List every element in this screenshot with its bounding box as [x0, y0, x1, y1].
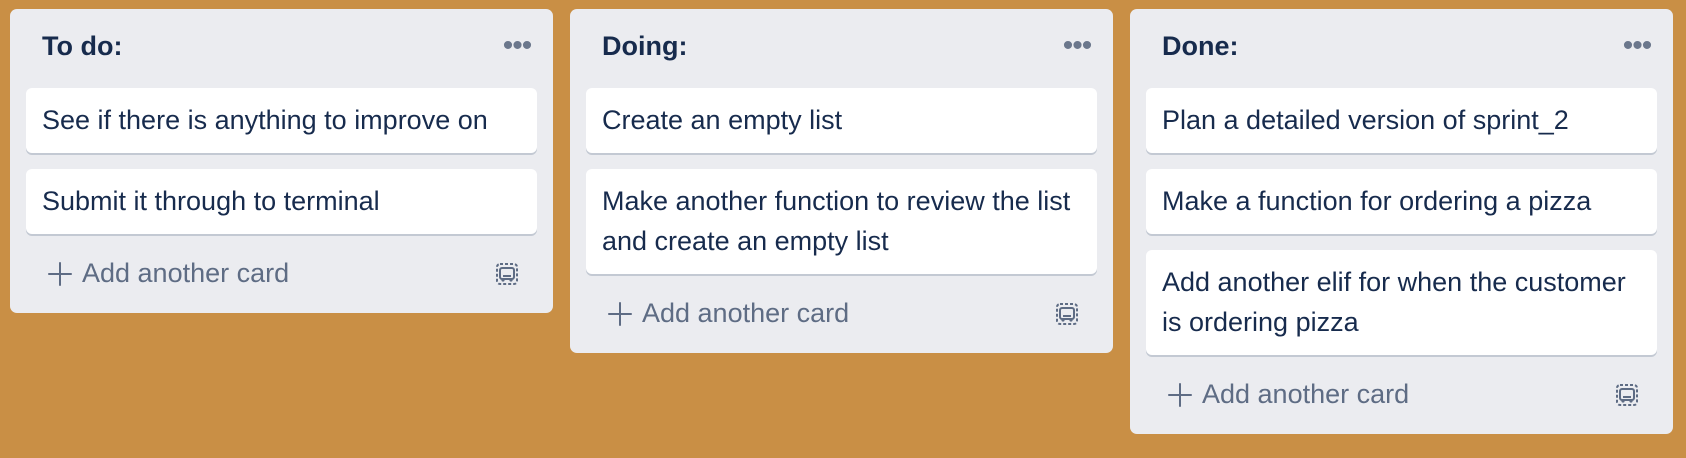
- list-menu-button[interactable]: •••: [497, 30, 537, 62]
- list-title[interactable]: Doing:: [602, 31, 687, 62]
- add-card-label: Add another card: [642, 298, 850, 328]
- more-horizontal-icon: •••: [1622, 29, 1652, 62]
- card[interactable]: See if there is anything to improve on: [26, 88, 537, 153]
- list-doing: Doing: ••• Create an empty list Make ano…: [570, 9, 1113, 353]
- card-template-icon[interactable]: [1053, 300, 1081, 328]
- add-card-label: Add another card: [1202, 379, 1410, 409]
- card[interactable]: Add another elif for when the customer i…: [1146, 250, 1657, 355]
- card[interactable]: Make another function to review the list…: [586, 169, 1097, 274]
- card[interactable]: Submit it through to terminal: [26, 169, 537, 234]
- list-header: To do: •••: [26, 9, 537, 88]
- card-composer: Add another card: [586, 274, 1097, 353]
- list-title[interactable]: Done:: [1162, 31, 1239, 62]
- plus-icon: [608, 301, 632, 326]
- card-list: Create an empty list Make another functi…: [586, 88, 1097, 274]
- card[interactable]: Create an empty list: [586, 88, 1097, 153]
- board: To do: ••• See if there is anything to i…: [0, 0, 1686, 458]
- card[interactable]: Make a function for ordering a pizza: [1146, 169, 1657, 234]
- list-menu-button[interactable]: •••: [1057, 30, 1097, 62]
- list-to-do: To do: ••• See if there is anything to i…: [10, 9, 553, 313]
- add-card-button[interactable]: Add another card: [608, 298, 849, 329]
- card[interactable]: Plan a detailed version of sprint_2: [1146, 88, 1657, 153]
- plus-icon: [48, 261, 72, 286]
- list-menu-button[interactable]: •••: [1617, 30, 1657, 62]
- card-composer: Add another card: [26, 234, 537, 313]
- card-list: Plan a detailed version of sprint_2 Make…: [1146, 88, 1657, 355]
- plus-icon: [1168, 382, 1192, 407]
- card-composer: Add another card: [1146, 355, 1657, 434]
- card-list: See if there is anything to improve on S…: [26, 88, 537, 234]
- card-template-icon[interactable]: [1613, 381, 1641, 409]
- add-card-button[interactable]: Add another card: [48, 258, 289, 289]
- add-card-button[interactable]: Add another card: [1168, 379, 1409, 410]
- list-done: Done: ••• Plan a detailed version of spr…: [1130, 9, 1673, 434]
- card-template-icon[interactable]: [493, 260, 521, 288]
- list-header: Doing: •••: [586, 9, 1097, 88]
- more-horizontal-icon: •••: [1062, 29, 1092, 62]
- add-card-label: Add another card: [82, 258, 290, 288]
- list-title[interactable]: To do:: [42, 31, 122, 62]
- list-header: Done: •••: [1146, 9, 1657, 88]
- more-horizontal-icon: •••: [502, 29, 532, 62]
